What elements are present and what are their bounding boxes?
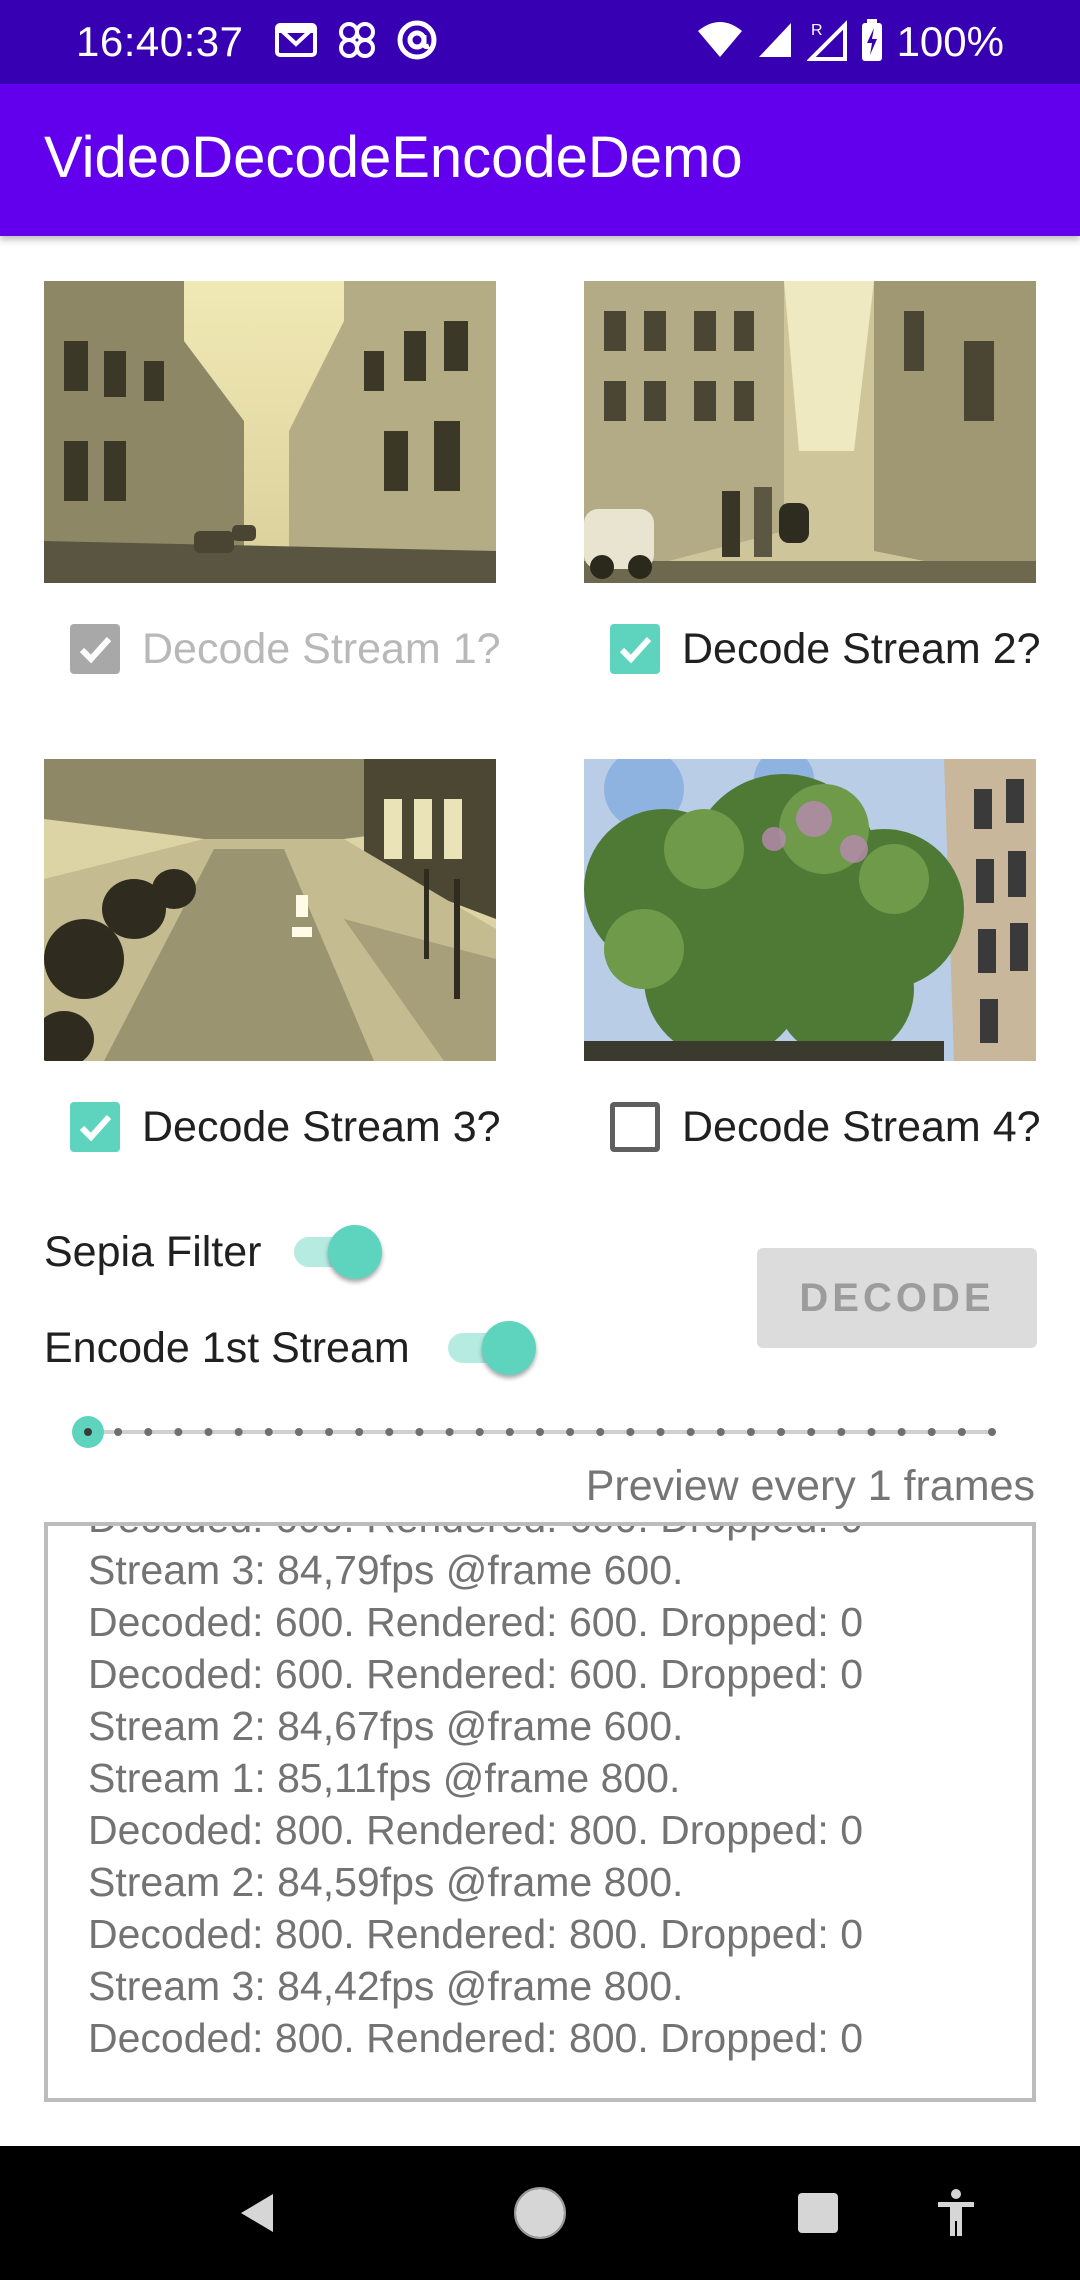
svg-text:R: R bbox=[811, 22, 823, 39]
slider-tick bbox=[294, 1428, 303, 1436]
app-bar: VideoDecodeEncodeDemo bbox=[0, 84, 1080, 236]
slider-tick bbox=[566, 1428, 575, 1436]
stream-2-checkbox[interactable]: Decode Stream 2? bbox=[610, 614, 1041, 684]
log-lines: Decoded: 600. Rendered: 600. Dropped: 0 S… bbox=[88, 1526, 1012, 2064]
sepia-filter-row: Sepia Filter bbox=[44, 1212, 261, 1292]
log-line: Stream 2: 84,67fps @frame 600. bbox=[88, 1703, 684, 1749]
battery-charging-icon bbox=[861, 18, 883, 66]
slider-tick bbox=[656, 1428, 665, 1436]
stream-1-label: Decode Stream 1? bbox=[142, 624, 501, 673]
preview-caption: Preview every 1 frames bbox=[585, 1462, 1035, 1510]
slider-tick bbox=[716, 1428, 725, 1436]
slider-tick bbox=[174, 1428, 183, 1436]
slider-tick bbox=[626, 1428, 635, 1436]
checkbox-icon bbox=[610, 624, 660, 674]
slider-tick bbox=[234, 1428, 243, 1436]
home-button[interactable] bbox=[480, 2146, 600, 2280]
checkbox-icon bbox=[70, 1102, 120, 1152]
checkbox-icon bbox=[610, 1102, 660, 1152]
navigation-bar bbox=[0, 2146, 1080, 2280]
accessibility-button[interactable] bbox=[896, 2146, 1016, 2280]
stream-2-preview bbox=[584, 281, 1036, 583]
slider-tick bbox=[927, 1428, 936, 1436]
slider-tick bbox=[264, 1428, 273, 1436]
slider-tick bbox=[957, 1428, 966, 1436]
stream-3-checkbox[interactable]: Decode Stream 3? bbox=[70, 1092, 501, 1162]
app-title: VideoDecodeEncodeDemo bbox=[44, 125, 743, 190]
slider-tick bbox=[596, 1428, 605, 1436]
status-bar: 16:40:37 R 100% bbox=[0, 0, 1080, 84]
stream-4-preview bbox=[584, 759, 1036, 1061]
log-line: Decoded: 800. Rendered: 800. Dropped: 0 bbox=[88, 2015, 863, 2061]
status-time: 16:40:37 bbox=[76, 18, 244, 65]
slider-tick bbox=[746, 1428, 755, 1436]
log-output[interactable]: Decoded: 600. Rendered: 600. Dropped: 0 S… bbox=[44, 1522, 1036, 2102]
encode-first-stream-row: Encode 1st Stream bbox=[44, 1308, 410, 1388]
gmail-icon bbox=[274, 20, 318, 65]
log-line: Stream 3: 84,42fps @frame 800. bbox=[88, 1963, 684, 2009]
signal-icon bbox=[757, 21, 793, 64]
stream-3-label: Decode Stream 3? bbox=[142, 1102, 501, 1151]
encode-first-stream-label: Encode 1st Stream bbox=[44, 1323, 410, 1372]
stream-2-label: Decode Stream 2? bbox=[682, 624, 1041, 673]
preview-frequency-slider[interactable] bbox=[70, 1412, 1010, 1452]
recents-icon bbox=[798, 2193, 838, 2233]
log-line: Stream 3: 84,79fps @frame 600. bbox=[88, 1547, 684, 1593]
switch-thumb bbox=[328, 1225, 382, 1279]
roaming-signal-icon: R bbox=[805, 19, 847, 66]
battery-percent: 100% bbox=[896, 18, 1004, 65]
slider-tick bbox=[204, 1428, 213, 1436]
system-icons: R 100% bbox=[697, 16, 1004, 68]
slider-tick bbox=[777, 1428, 786, 1436]
accessibility-icon bbox=[938, 2189, 974, 2236]
stream-4-label: Decode Stream 4? bbox=[682, 1102, 1041, 1151]
log-line: Decoded: 800. Rendered: 800. Dropped: 0 bbox=[88, 1807, 863, 1853]
slider-tick bbox=[445, 1428, 454, 1436]
slider-tick bbox=[415, 1428, 424, 1436]
slider-tick bbox=[505, 1428, 514, 1436]
recents-button[interactable] bbox=[758, 2146, 878, 2280]
slider-tick bbox=[897, 1428, 906, 1436]
slider-tick bbox=[144, 1428, 153, 1436]
log-line: Decoded: 600. Rendered: 600. Dropped: 0 bbox=[88, 1599, 863, 1645]
wifi-icon bbox=[697, 21, 743, 64]
stream-4-checkbox[interactable]: Decode Stream 4? bbox=[610, 1092, 1041, 1162]
back-icon bbox=[241, 2194, 273, 2232]
sepia-filter-label: Sepia Filter bbox=[44, 1227, 262, 1276]
slider-tick bbox=[114, 1428, 123, 1436]
log-line: Decoded: 800. Rendered: 800. Dropped: 0 bbox=[88, 1911, 863, 1957]
slider-tick bbox=[807, 1428, 816, 1436]
slider-tick bbox=[385, 1428, 394, 1436]
home-icon bbox=[514, 2187, 566, 2239]
notification-icons bbox=[274, 18, 438, 66]
slider-thumb-dot bbox=[84, 1428, 92, 1436]
slider-tick bbox=[988, 1428, 996, 1436]
log-line: Stream 2: 84,59fps @frame 800. bbox=[88, 1859, 684, 1905]
log-line: Stream 1: 85,11fps @frame 800. bbox=[88, 1755, 681, 1801]
checkbox-icon bbox=[70, 624, 120, 674]
pinwheel-icon bbox=[336, 19, 378, 66]
slider-tick bbox=[355, 1428, 364, 1436]
switch-thumb bbox=[482, 1321, 536, 1375]
encode-first-stream-switch[interactable] bbox=[442, 1315, 536, 1379]
log-line: Decoded: 600. Rendered: 600. Dropped: 0 bbox=[88, 1651, 863, 1697]
log-line: Decoded: 600. Rendered: 600. Dropped: 0 bbox=[88, 1526, 1012, 1544]
slider-tick bbox=[837, 1428, 846, 1436]
stream-1-checkbox[interactable]: Decode Stream 1? bbox=[70, 614, 501, 684]
decode-button[interactable]: DECODE bbox=[757, 1248, 1037, 1348]
at-sign-icon bbox=[396, 19, 438, 66]
stream-1-preview bbox=[44, 281, 496, 583]
slider-tick bbox=[475, 1428, 484, 1436]
slider-tick bbox=[867, 1428, 876, 1436]
stream-3-preview bbox=[44, 759, 496, 1061]
sepia-filter-switch[interactable] bbox=[288, 1219, 382, 1283]
slider-tick bbox=[686, 1428, 695, 1436]
slider-tick bbox=[536, 1428, 544, 1436]
back-button[interactable] bbox=[198, 2146, 318, 2280]
slider-tick bbox=[325, 1428, 334, 1436]
